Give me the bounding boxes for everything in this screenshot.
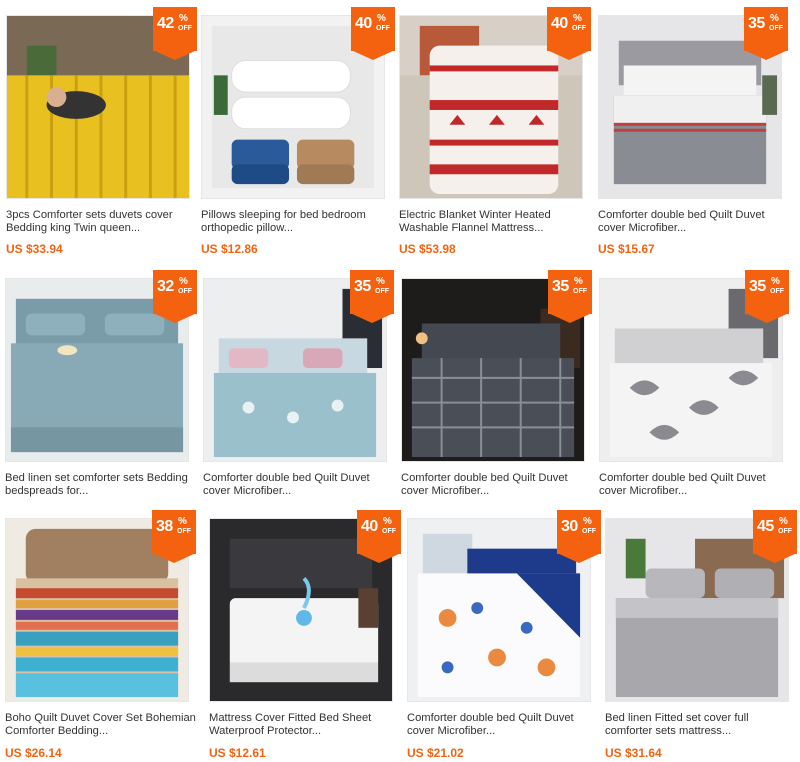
product-card[interactable]: 40 % OFF Mattress Cover Fitted Bed Sheet… — [209, 510, 405, 762]
product-price: US $21.02 — [407, 746, 464, 760]
discount-value: 35 — [552, 278, 569, 295]
discount-badge: 35 % OFF — [745, 270, 789, 323]
discount-value: 32 — [157, 278, 174, 295]
product-title[interactable]: Comforter double bed Quilt Duvet cover M… — [401, 472, 597, 498]
off-label: OFF — [178, 288, 192, 295]
product-title[interactable]: Comforter double bed Quilt Duvet cover M… — [203, 472, 399, 498]
off-label: OFF — [382, 528, 396, 535]
discount-badge: 45 % OFF — [753, 510, 797, 563]
product-card[interactable]: 35 % OFF Comforter double bed Quilt Duve… — [203, 270, 399, 502]
product-title[interactable]: Comforter double bed Quilt Duvet cover M… — [598, 209, 794, 235]
product-grid: 42 % OFF 3pcs Comforter sets duvets cove… — [0, 0, 800, 762]
discount-value: 35 — [749, 278, 766, 295]
discount-value: 40 — [355, 15, 372, 32]
percent-sign: % — [771, 276, 780, 287]
off-label: OFF — [572, 25, 586, 32]
discount-badge: 35 % OFF — [350, 270, 394, 323]
product-title[interactable]: Mattress Cover Fitted Bed Sheet Waterpro… — [209, 712, 405, 738]
product-price: US $31.64 — [605, 746, 662, 760]
discount-value: 42 — [157, 15, 174, 32]
percent-sign: % — [376, 276, 385, 287]
percent-sign: % — [383, 516, 392, 527]
off-label: OFF — [177, 528, 191, 535]
discount-value: 35 — [748, 15, 765, 32]
product-title[interactable]: 3pcs Comforter sets duvets cover Bedding… — [6, 209, 202, 235]
product-card[interactable]: 30 % OFF Comforter double bed Quilt Duve… — [407, 510, 603, 762]
product-price: US $12.61 — [209, 746, 266, 760]
discount-badge: 40 % OFF — [357, 510, 401, 563]
off-label: OFF — [769, 25, 783, 32]
product-card[interactable]: 35 % OFF Comforter double bed Quilt Duve… — [599, 270, 795, 502]
discount-value: 40 — [361, 518, 378, 535]
off-label: OFF — [178, 25, 192, 32]
off-label: OFF — [778, 528, 792, 535]
discount-value: 35 — [354, 278, 371, 295]
product-price: US $26.14 — [5, 746, 62, 760]
product-title[interactable]: Bed linen Fitted set cover full comforte… — [605, 712, 800, 738]
product-card[interactable]: 32 % OFF Bed linen set comforter sets Be… — [5, 270, 201, 502]
off-label: OFF — [582, 528, 596, 535]
percent-sign: % — [779, 516, 788, 527]
discount-badge: 42 % OFF — [153, 7, 197, 60]
product-price: US $12.86 — [201, 242, 258, 256]
product-card[interactable]: 40 % OFF Electric Blanket Winter Heated … — [399, 7, 595, 260]
discount-value: 38 — [156, 518, 173, 535]
percent-sign: % — [583, 516, 592, 527]
discount-value: 40 — [551, 15, 568, 32]
percent-sign: % — [179, 13, 188, 24]
discount-badge: 40 % OFF — [547, 7, 591, 60]
product-card[interactable]: 42 % OFF 3pcs Comforter sets duvets cove… — [6, 7, 202, 260]
off-label: OFF — [376, 25, 390, 32]
product-price: US $53.98 — [399, 242, 456, 256]
discount-badge: 35 % OFF — [744, 7, 788, 60]
product-title[interactable]: Boho Quilt Duvet Cover Set Bohemian Comf… — [5, 712, 201, 738]
percent-sign: % — [179, 276, 188, 287]
percent-sign: % — [574, 276, 583, 287]
product-title[interactable]: Comforter double bed Quilt Duvet cover M… — [599, 472, 795, 498]
product-card[interactable]: 45 % OFF Bed linen Fitted set cover full… — [605, 510, 800, 762]
product-title[interactable]: Electric Blanket Winter Heated Washable … — [399, 209, 595, 235]
product-title[interactable]: Bed linen set comforter sets Bedding bed… — [5, 472, 201, 498]
product-title[interactable]: Pillows sleeping for bed bedroom orthope… — [201, 209, 397, 235]
discount-badge: 40 % OFF — [351, 7, 395, 60]
product-card[interactable]: 35 % OFF Comforter double bed Quilt Duve… — [598, 7, 794, 260]
discount-badge: 32 % OFF — [153, 270, 197, 323]
discount-badge: 30 % OFF — [557, 510, 601, 563]
off-label: OFF — [770, 288, 784, 295]
percent-sign: % — [573, 13, 582, 24]
product-card[interactable]: 35 % OFF Comforter double bed Quilt Duve… — [401, 270, 597, 502]
product-price: US $15.67 — [598, 242, 655, 256]
discount-value: 30 — [561, 518, 578, 535]
percent-sign: % — [377, 13, 386, 24]
product-card[interactable]: 40 % OFF Pillows sleeping for bed bedroo… — [201, 7, 397, 260]
percent-sign: % — [178, 516, 187, 527]
product-card[interactable]: 38 % OFF Boho Quilt Duvet Cover Set Bohe… — [5, 510, 201, 762]
discount-badge: 35 % OFF — [548, 270, 592, 323]
product-price: US $33.94 — [6, 242, 63, 256]
discount-badge: 38 % OFF — [152, 510, 196, 563]
product-title[interactable]: Comforter double bed Quilt Duvet cover M… — [407, 712, 603, 738]
off-label: OFF — [573, 288, 587, 295]
off-label: OFF — [375, 288, 389, 295]
percent-sign: % — [770, 13, 779, 24]
discount-value: 45 — [757, 518, 774, 535]
